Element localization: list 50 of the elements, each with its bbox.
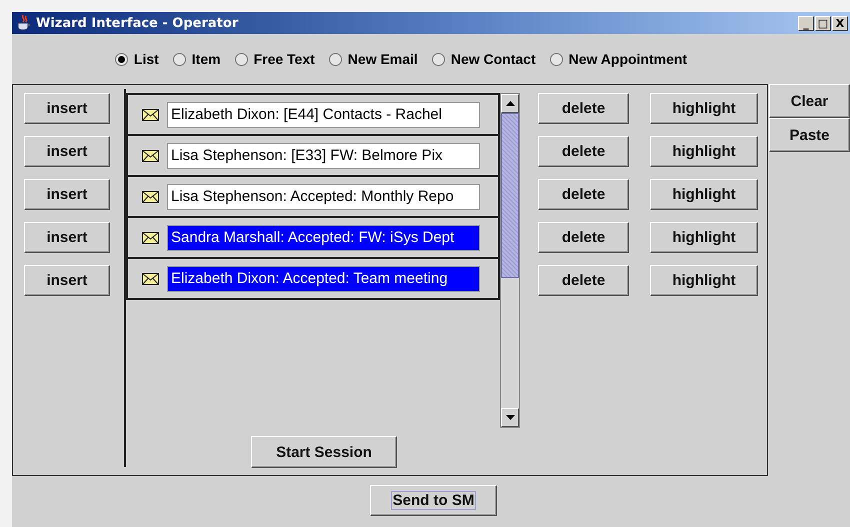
highlight-button[interactable]: highlight bbox=[650, 93, 758, 124]
delete-button[interactable]: delete bbox=[538, 222, 629, 253]
insert-button[interactable]: insert bbox=[24, 265, 110, 296]
mode-radio[interactable]: Free Text bbox=[234, 51, 315, 67]
mode-radio[interactable]: List bbox=[114, 51, 159, 67]
mode-radio[interactable]: New Email bbox=[328, 51, 418, 67]
message-row[interactable]: Sandra Marshall: Accepted: FW: iSys Dept bbox=[126, 216, 500, 259]
send-button[interactable]: Send to SM bbox=[370, 485, 497, 516]
message-row[interactable]: Lisa Stephenson: Accepted: Monthly Repo bbox=[126, 175, 500, 218]
message-field[interactable]: Lisa Stephenson: [E33] FW: Belmore Pix bbox=[167, 142, 480, 168]
message-field[interactable]: Elizabeth Dixon: Accepted: Team meeting bbox=[167, 266, 480, 292]
message-field[interactable]: Elizabeth Dixon: [E44] Contacts - Rachel bbox=[167, 102, 480, 128]
up-arrow-icon bbox=[506, 101, 514, 106]
scroll-down-button[interactable] bbox=[501, 408, 519, 427]
close-button[interactable]: X bbox=[832, 16, 848, 30]
highlight-button[interactable]: highlight bbox=[650, 265, 758, 296]
envelope-icon bbox=[142, 232, 159, 244]
mode-radio[interactable]: New Contact bbox=[432, 51, 536, 67]
clear-button[interactable]: Clear bbox=[769, 84, 850, 118]
message-field[interactable]: Lisa Stephenson: Accepted: Monthly Repo bbox=[167, 184, 480, 210]
delete-button[interactable]: delete bbox=[538, 136, 629, 167]
mode-radio[interactable]: Item bbox=[172, 51, 221, 67]
message-row[interactable]: Elizabeth Dixon: Accepted: Team meeting bbox=[126, 257, 500, 300]
message-row[interactable]: Elizabeth Dixon: [E44] Contacts - Rachel bbox=[126, 93, 500, 136]
mode-radio[interactable]: New Appointment bbox=[550, 51, 688, 67]
envelope-icon bbox=[142, 150, 159, 162]
message-row[interactable]: Lisa Stephenson: [E33] FW: Belmore Pix bbox=[126, 134, 500, 177]
envelope-icon bbox=[142, 272, 159, 284]
highlight-button[interactable]: highlight bbox=[650, 136, 758, 167]
maximize-button[interactable]: □ bbox=[815, 16, 831, 30]
down-arrow-icon bbox=[506, 415, 514, 420]
delete-button[interactable]: delete bbox=[538, 265, 629, 296]
insert-button[interactable]: insert bbox=[24, 136, 110, 167]
minimize-button[interactable]: _ bbox=[798, 16, 814, 30]
delete-button[interactable]: delete bbox=[538, 93, 629, 124]
highlight-button[interactable]: highlight bbox=[650, 222, 758, 253]
delete-button[interactable]: delete bbox=[538, 179, 629, 210]
coffee-cup-icon bbox=[16, 14, 32, 32]
start-session-button[interactable]: Start Session bbox=[251, 436, 397, 468]
scroll-up-button[interactable] bbox=[501, 94, 519, 113]
window-title: Wizard Interface - Operator bbox=[36, 16, 240, 30]
paste-button[interactable]: Paste bbox=[769, 118, 850, 152]
envelope-icon bbox=[142, 108, 159, 120]
insert-button[interactable]: insert bbox=[24, 179, 110, 210]
insert-button[interactable]: insert bbox=[24, 222, 110, 253]
message-field[interactable]: Sandra Marshall: Accepted: FW: iSys Dept bbox=[167, 224, 480, 250]
scrollbar[interactable] bbox=[500, 93, 520, 428]
insert-button[interactable]: insert bbox=[24, 93, 110, 124]
highlight-button[interactable]: highlight bbox=[650, 179, 758, 210]
envelope-icon bbox=[142, 190, 159, 202]
